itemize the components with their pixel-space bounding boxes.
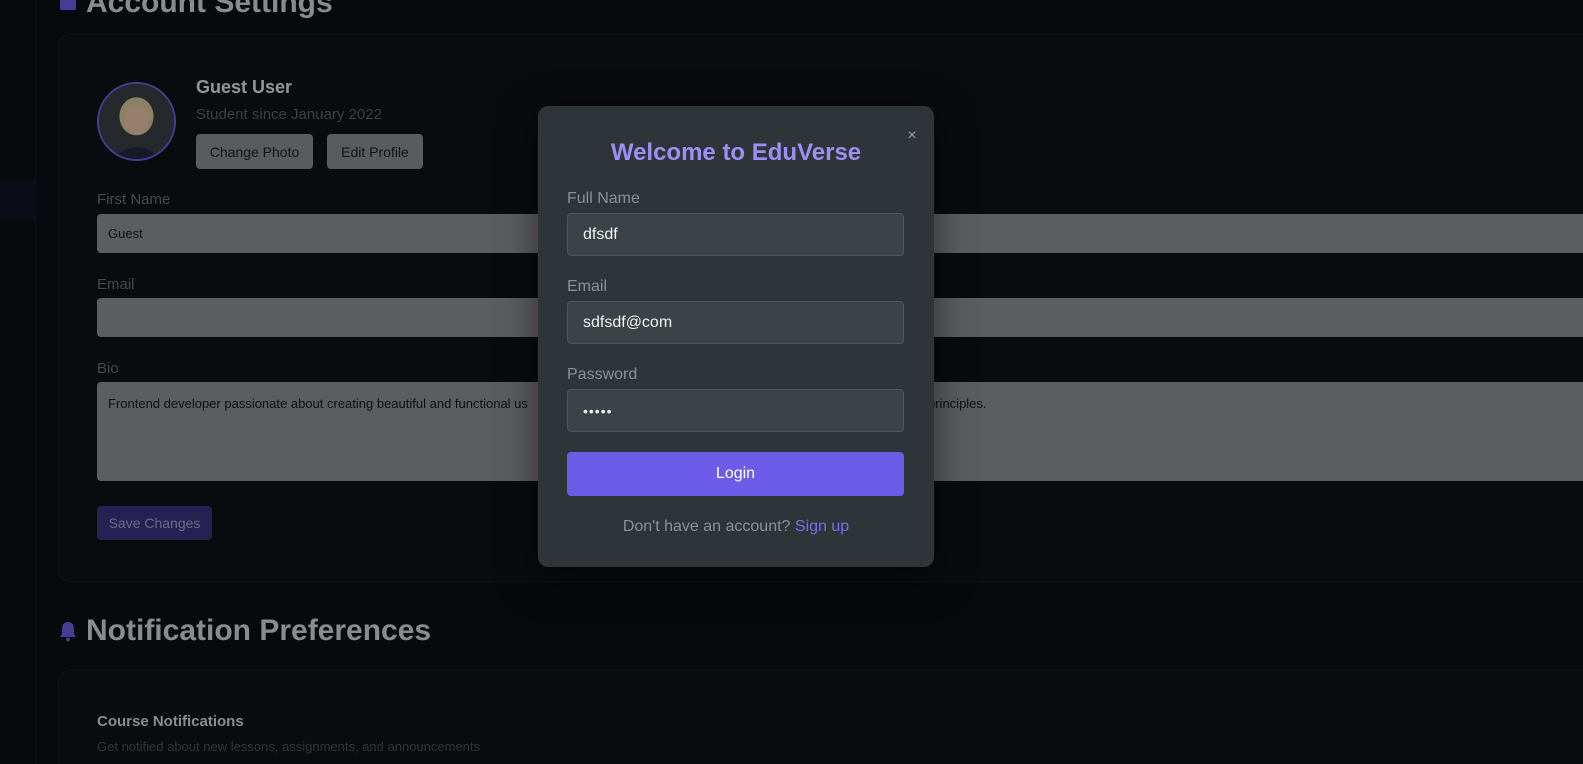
- full-name-input[interactable]: dfsdf: [567, 213, 904, 256]
- password-input[interactable]: •••••: [567, 389, 904, 432]
- login-button[interactable]: Login: [567, 452, 904, 496]
- password-label: Password: [567, 366, 638, 383]
- signup-prompt-text: Don't have an account?: [622, 518, 791, 535]
- email-input[interactable]: sdfsdf@com: [567, 301, 904, 344]
- login-modal: × Welcome to EduVerse Full Name dfsdf Em…: [538, 106, 934, 567]
- email-label: Email: [567, 278, 608, 295]
- signup-link[interactable]: Sign up: [795, 518, 849, 535]
- full-name-label: Full Name: [567, 190, 640, 207]
- modal-title: Welcome to EduVerse: [610, 139, 862, 166]
- signup-prompt: Don't have an account? Sign up: [538, 518, 934, 536]
